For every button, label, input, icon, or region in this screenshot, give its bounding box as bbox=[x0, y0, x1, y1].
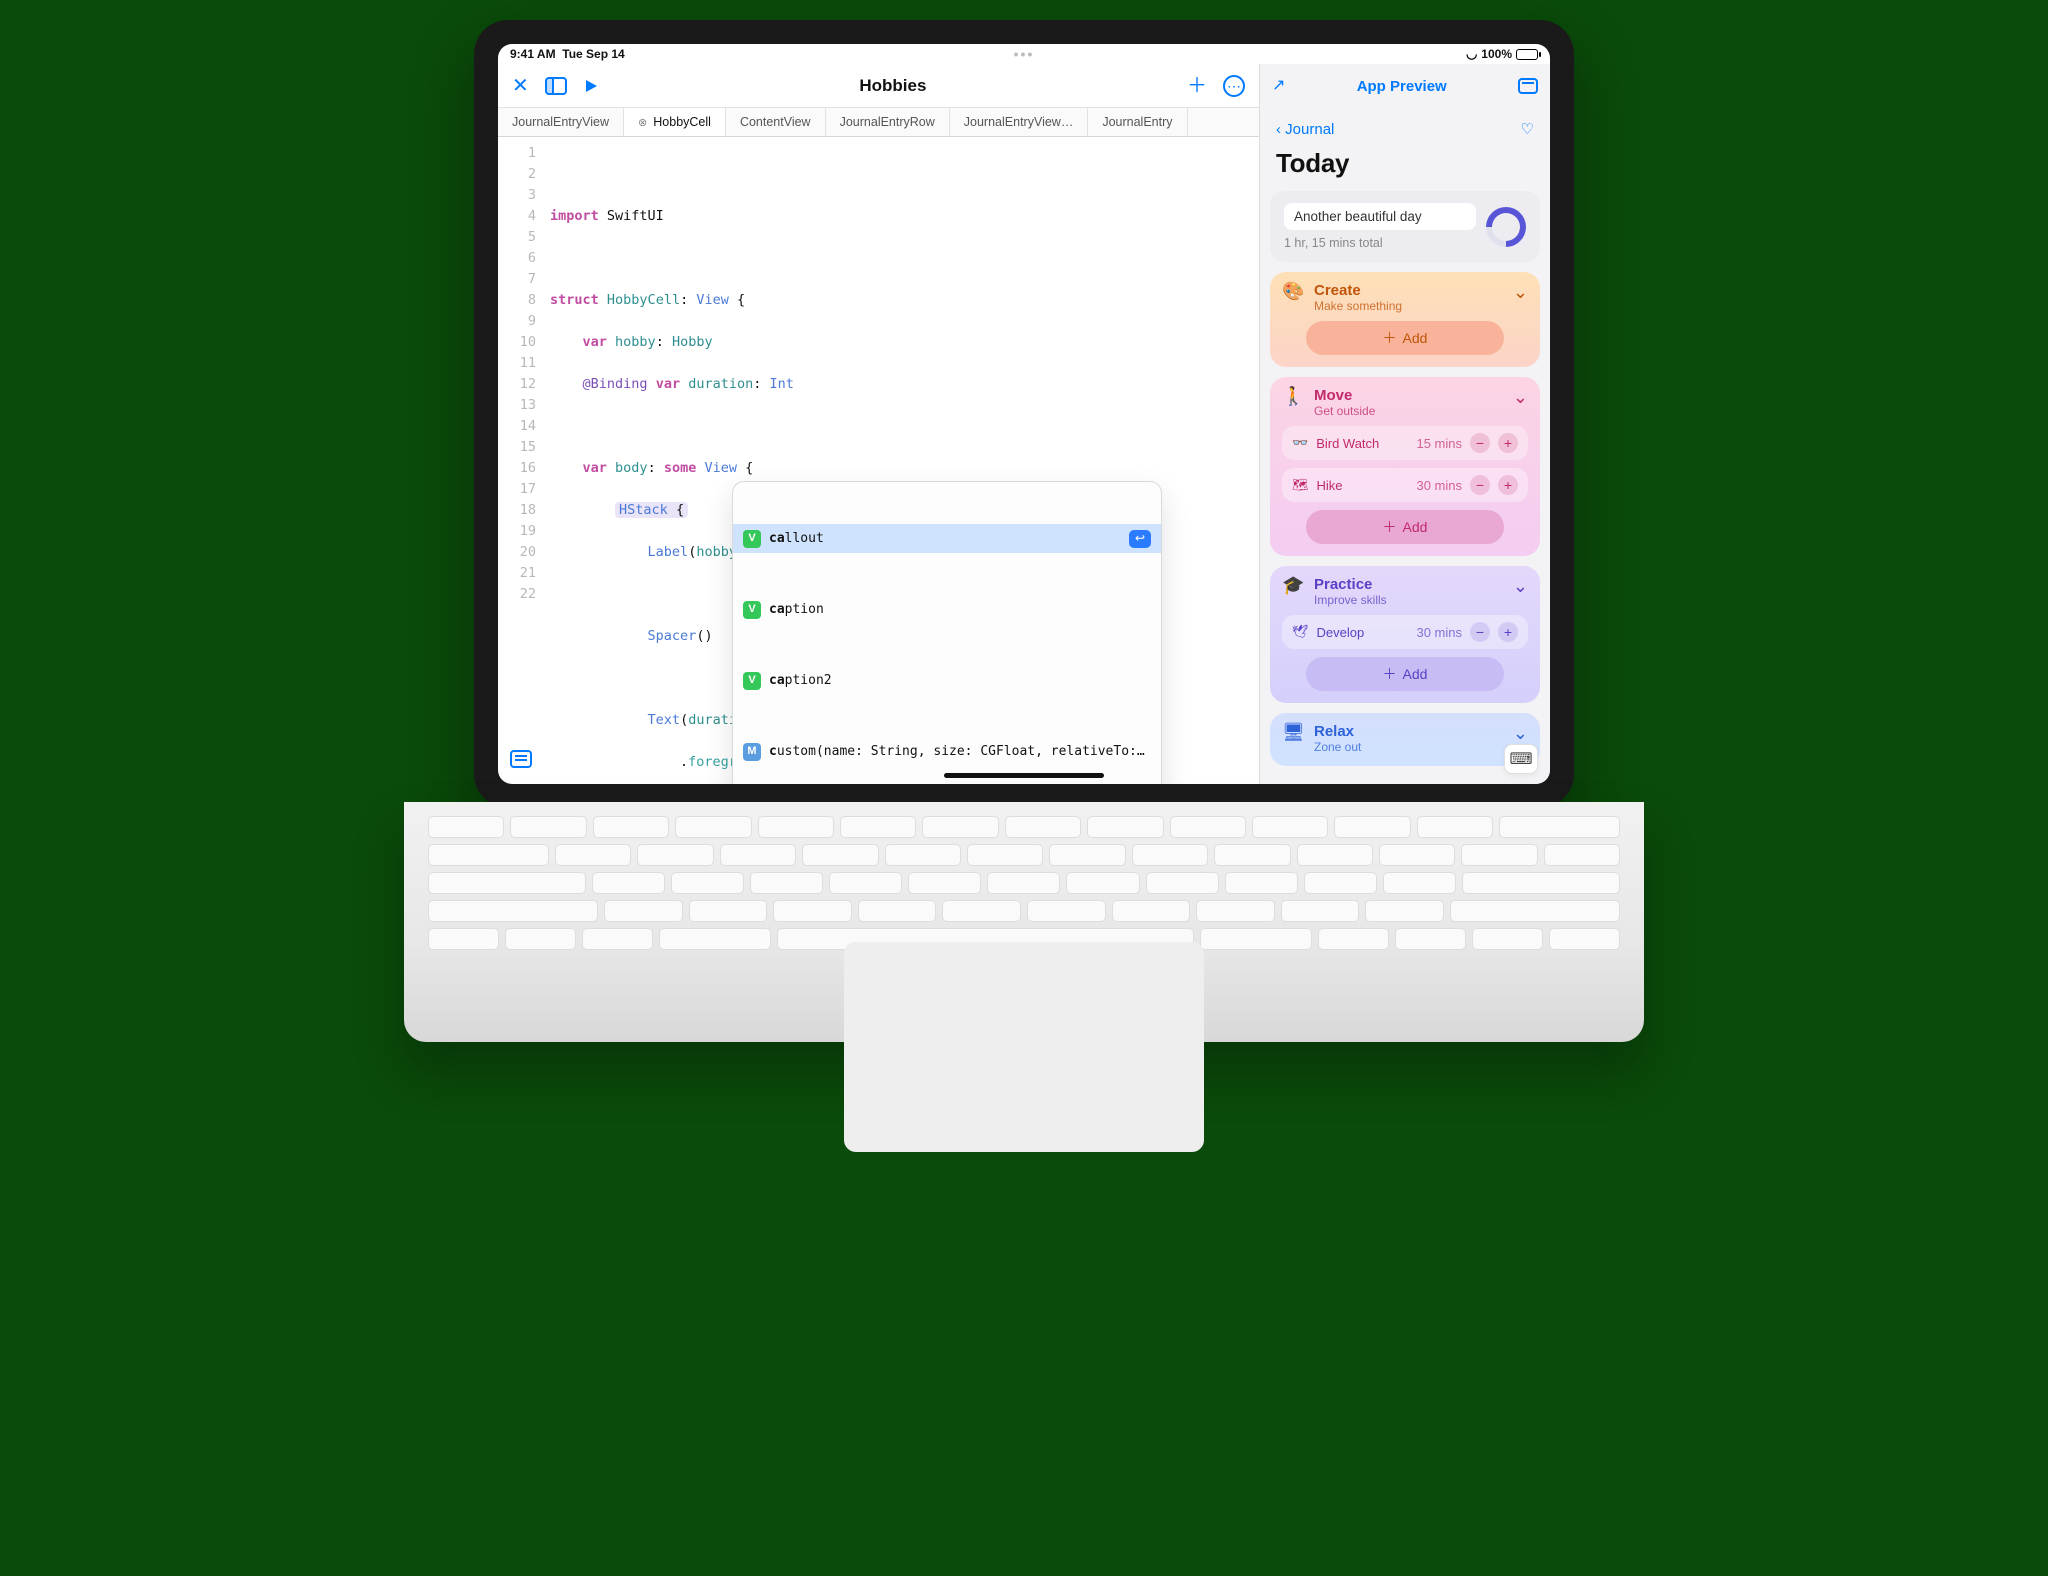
section-move: 🚶 Move Get outside ⌄ 👓 Bird Watch 15 min… bbox=[1270, 377, 1540, 556]
magic-keyboard bbox=[404, 802, 1644, 1042]
ipad-frame: 9:41 AM Tue Sep 14 ••• ◡ 100% ✕ bbox=[474, 20, 1574, 808]
tab-journalentryview[interactable]: JournalEntryView bbox=[498, 108, 624, 136]
palette-icon: 🎨 bbox=[1282, 282, 1304, 300]
chevron-down-icon[interactable]: ⌄ bbox=[1513, 576, 1528, 597]
keyboard-icon[interactable]: ⌨ bbox=[1504, 744, 1538, 774]
status-time-date: 9:41 AM Tue Sep 14 bbox=[510, 47, 625, 61]
total-time: 1 hr, 15 mins total bbox=[1284, 236, 1476, 250]
chevron-down-icon[interactable]: ⌄ bbox=[1513, 723, 1528, 744]
tab-journalentryview-2[interactable]: JournalEntryView… bbox=[950, 108, 1089, 136]
method-glyph-icon: M bbox=[743, 743, 761, 761]
add-button[interactable]: ＋ Add bbox=[1306, 510, 1504, 544]
status-bar: 9:41 AM Tue Sep 14 ••• ◡ 100% bbox=[498, 44, 1550, 64]
document-title: Hobbies bbox=[615, 76, 1171, 96]
wifi-icon: ◡ bbox=[1466, 46, 1477, 62]
grad-cap-icon: 🎓 bbox=[1282, 576, 1304, 594]
code-content[interactable]: import SwiftUI struct HobbyCell: View { … bbox=[546, 137, 1038, 784]
favorite-icon[interactable]: ♡ bbox=[1521, 120, 1534, 138]
editor-toolbar: ✕ Hobbies ＋ ⋯ bbox=[498, 64, 1259, 108]
binoculars-icon: 👓 bbox=[1292, 435, 1308, 451]
return-key-icon[interactable]: ↩ bbox=[1129, 530, 1151, 548]
chevron-down-icon[interactable]: ⌄ bbox=[1513, 282, 1528, 303]
progress-ring-icon bbox=[1478, 198, 1535, 255]
tab-bar: JournalEntryView ⊗HobbyCell ContentView … bbox=[498, 108, 1259, 137]
line-gutter: 12345678910111213141516171819202122 bbox=[498, 137, 546, 784]
list-item[interactable]: 🗺 Hike 30 mins − + bbox=[1282, 468, 1528, 502]
entry-field[interactable]: Another beautiful day bbox=[1284, 203, 1476, 230]
decrement-button[interactable]: − bbox=[1470, 622, 1490, 642]
run-icon[interactable] bbox=[583, 78, 599, 94]
autocomplete-popover[interactable]: V callout ↩ V caption V caption2 bbox=[732, 481, 1162, 784]
display-icon: 🖥 bbox=[1282, 723, 1304, 741]
multitask-dots-icon[interactable]: ••• bbox=[1014, 46, 1035, 62]
close-icon[interactable]: ✕ bbox=[512, 76, 529, 96]
preview-title: App Preview bbox=[1295, 78, 1508, 95]
autocomplete-item[interactable]: V caption2 bbox=[733, 666, 1161, 695]
list-item[interactable]: 🕊 Develop 30 mins − + bbox=[1282, 615, 1528, 649]
section-practice: 🎓 Practice Improve skills ⌄ 🕊 Develop 30… bbox=[1270, 566, 1540, 703]
tab-hobbycell[interactable]: ⊗HobbyCell bbox=[624, 108, 726, 136]
preview-nav: ‹ Journal ♡ bbox=[1270, 116, 1540, 138]
add-button[interactable]: ＋ Add bbox=[1306, 657, 1504, 691]
add-button[interactable]: ＋ Add bbox=[1306, 321, 1504, 355]
battery-percent: 100% bbox=[1481, 47, 1512, 61]
tab-journalentryrow[interactable]: JournalEntryRow bbox=[826, 108, 950, 136]
section-relax: 🖥 Relax Zone out ⌄ bbox=[1270, 713, 1540, 766]
preview-pane: ↗ App Preview ‹ Journal ♡ Today Another … bbox=[1260, 64, 1550, 784]
swift-icon: 🕊 bbox=[1292, 624, 1309, 640]
autocomplete-item[interactable]: M custom(name: String, size: CGFloat, re… bbox=[733, 737, 1161, 766]
list-item[interactable]: 👓 Bird Watch 15 mins − + bbox=[1282, 426, 1528, 460]
autocomplete-item[interactable]: V caption bbox=[733, 595, 1161, 624]
increment-button[interactable]: + bbox=[1498, 622, 1518, 642]
back-button[interactable]: ‹ Journal bbox=[1276, 121, 1334, 138]
preview-toolbar: ↗ App Preview bbox=[1260, 64, 1550, 108]
walk-icon: 🚶 bbox=[1282, 387, 1304, 405]
variable-glyph-icon: V bbox=[743, 530, 761, 548]
sidebar-toggle-icon[interactable] bbox=[545, 77, 567, 95]
increment-button[interactable]: + bbox=[1498, 433, 1518, 453]
summary-card: Another beautiful day 1 hr, 15 mins tota… bbox=[1270, 191, 1540, 262]
add-icon[interactable]: ＋ bbox=[1187, 76, 1207, 96]
expand-icon[interactable]: ↗ bbox=[1272, 78, 1285, 94]
editor-pane: ✕ Hobbies ＋ ⋯ JournalEntryView ⊗HobbyCel… bbox=[498, 64, 1260, 784]
autocomplete-item[interactable]: V callout ↩ bbox=[733, 524, 1161, 553]
preview-body: ‹ Journal ♡ Today Another beautiful day … bbox=[1260, 108, 1550, 784]
decrement-button[interactable]: − bbox=[1470, 433, 1490, 453]
home-indicator[interactable] bbox=[944, 773, 1104, 778]
window-icon[interactable] bbox=[1518, 78, 1538, 94]
decrement-button[interactable]: − bbox=[1470, 475, 1490, 495]
chevron-down-icon[interactable]: ⌄ bbox=[1513, 387, 1528, 408]
increment-button[interactable]: + bbox=[1498, 475, 1518, 495]
battery-icon bbox=[1516, 49, 1538, 60]
variable-glyph-icon: V bbox=[743, 601, 761, 619]
tab-contentview[interactable]: ContentView bbox=[726, 108, 826, 136]
section-create: 🎨 Create Make something ⌄ ＋ Add bbox=[1270, 272, 1540, 367]
ipad-screen: 9:41 AM Tue Sep 14 ••• ◡ 100% ✕ bbox=[498, 44, 1550, 784]
tab-journalentry[interactable]: JournalEntry bbox=[1088, 108, 1187, 136]
more-icon[interactable]: ⋯ bbox=[1223, 75, 1245, 97]
tab-close-icon[interactable]: ⊗ bbox=[638, 116, 647, 129]
code-editor[interactable]: 12345678910111213141516171819202122 impo… bbox=[498, 137, 1259, 784]
library-icon[interactable] bbox=[510, 750, 532, 774]
variable-glyph-icon: V bbox=[743, 672, 761, 690]
map-icon: 🗺 bbox=[1292, 477, 1309, 493]
journal-heading: Today bbox=[1270, 148, 1540, 181]
